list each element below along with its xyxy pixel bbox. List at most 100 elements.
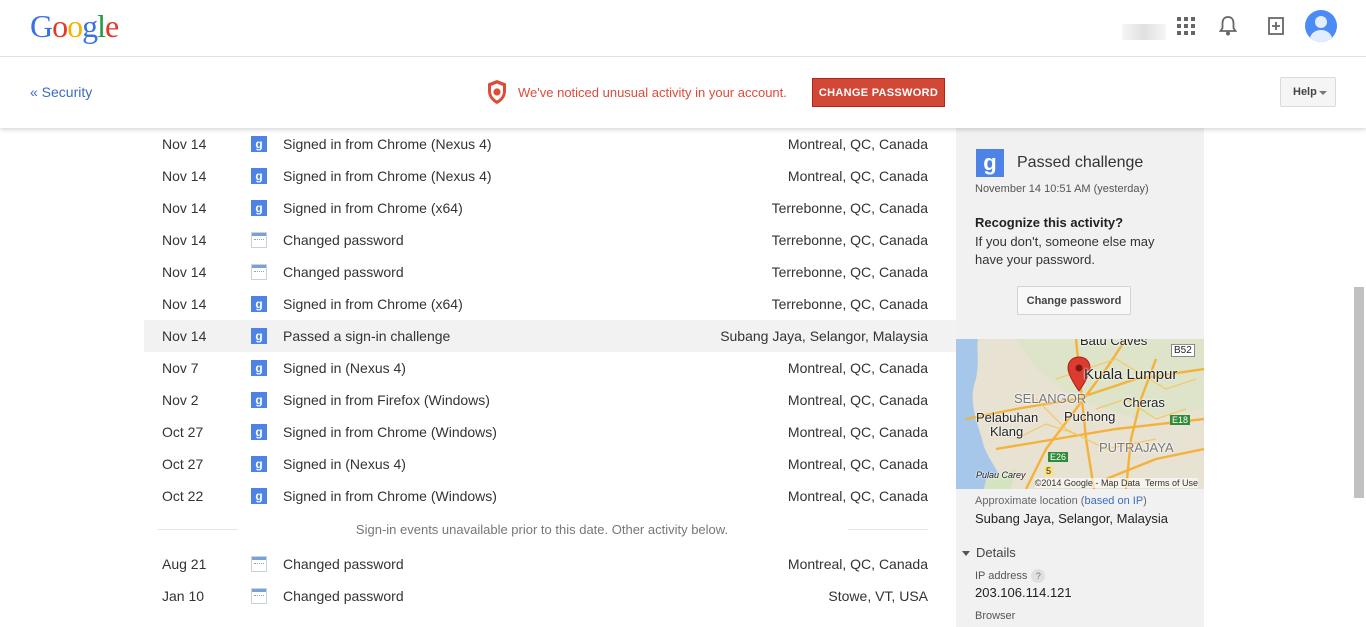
activity-date: Nov 14 (162, 296, 207, 312)
activity-location: Terrebonne, QC, Canada (771, 296, 928, 312)
approximate-location-label: Approximate location (based on IP) (975, 495, 1147, 507)
activity-location: Terrebonne, QC, Canada (771, 232, 928, 248)
activity-description: Signed in (Nexus 4) (283, 360, 406, 376)
panel-title: Passed challenge (1017, 154, 1144, 171)
activity-location: Montreal, QC, Canada (787, 488, 928, 504)
google-g-icon: g (251, 456, 267, 472)
activity-row[interactable]: Nov 14 Changed password Terrebonne, QC, … (144, 256, 956, 288)
password-field-icon (251, 232, 267, 248)
account-avatar[interactable] (1305, 10, 1337, 42)
activity-date: Oct 22 (162, 488, 204, 504)
activity-date: Nov 14 (162, 328, 207, 344)
activity-description: Signed in from Chrome (Nexus 4) (283, 168, 492, 184)
activity-description: Signed in from Chrome (x64) (283, 200, 463, 216)
activity-location: Terrebonne, QC, Canada (771, 264, 928, 280)
activity-date: Nov 14 (162, 136, 207, 152)
change-password-button[interactable]: CHANGE PASSWORD (812, 78, 945, 107)
activity-row[interactable]: Nov 14 g Passed a sign-in challenge Suba… (144, 320, 956, 352)
activity-detail-panel: g Passed challenge November 14 10:51 AM … (956, 128, 1204, 627)
activity-description: Changed password (283, 264, 404, 280)
activity-location: Montreal, QC, Canada (787, 556, 928, 572)
google-g-icon: g (251, 424, 267, 440)
activity-description: Signed in from Chrome (x64) (283, 296, 463, 312)
google-g-icon: g (251, 488, 267, 504)
activity-description: Changed password (283, 232, 404, 248)
activity-row[interactable]: Nov 14 g Signed in from Chrome (x64) Ter… (144, 192, 956, 224)
chevron-down-icon (1319, 91, 1327, 95)
user-name-redacted (1122, 24, 1166, 40)
google-g-icon: g (251, 296, 267, 312)
activity-row[interactable]: Oct 27 g Signed in (Nexus 4) Montreal, Q… (144, 448, 956, 480)
notifications-bell-icon[interactable] (1216, 14, 1240, 38)
help-label: Help (1293, 86, 1317, 98)
google-g-icon: g (251, 136, 267, 152)
activity-description: Signed in (Nexus 4) (283, 456, 406, 472)
recognize-text: If you don't, someone else may have your… (975, 234, 1155, 267)
help-dropdown[interactable]: Help (1280, 77, 1336, 107)
based-on-ip-link[interactable]: based on IP (1084, 495, 1143, 507)
activity-description: Signed in from Chrome (Nexus 4) (283, 136, 492, 152)
activity-date: Nov 2 (162, 392, 199, 408)
activity-row[interactable]: Nov 14 g Signed in from Chrome (x64) Ter… (144, 288, 956, 320)
password-field-icon (251, 588, 267, 604)
approximate-location-value: Subang Jaya, Selangor, Malaysia (975, 511, 1168, 526)
activity-location: Montreal, QC, Canada (787, 136, 928, 152)
recognize-heading: Recognize this activity? (975, 215, 1124, 230)
activity-location: Montreal, QC, Canada (787, 456, 928, 472)
activity-location: Stowe, VT, USA (828, 588, 928, 604)
activity-row[interactable]: Oct 27 g Signed in from Chrome (Windows)… (144, 416, 956, 448)
activity-row[interactable]: Jan 10 Changed password Stowe, VT, USA (144, 580, 956, 612)
activity-location: Terrebonne, QC, Canada (771, 200, 928, 216)
google-g-icon: g (251, 168, 267, 184)
activity-location: Subang Jaya, Selangor, Malaysia (720, 328, 928, 344)
activity-row[interactable]: Oct 22 g Signed in from Chrome (Windows)… (144, 480, 956, 512)
ip-address-value: 203.106.114.121 (975, 585, 1072, 600)
activity-description: Signed in from Firefox (Windows) (283, 392, 490, 408)
activity-description: Passed a sign-in challenge (283, 328, 451, 344)
details-toggle[interactable]: Details (962, 545, 1016, 560)
divider-message: Sign-in events unavailable prior to this… (355, 522, 729, 537)
google-g-icon: g (251, 360, 267, 376)
triangle-down-icon (962, 551, 970, 557)
unusual-activity-message: We've noticed unusual activity in your a… (518, 85, 787, 100)
activity-date: Oct 27 (162, 456, 204, 472)
panel-timestamp: November 14 10:51 AM (yesterday) (975, 183, 1149, 195)
activity-row[interactable]: Nov 14 Changed password Terrebonne, QC, … (144, 224, 956, 256)
activity-location: Montreal, QC, Canada (787, 168, 928, 184)
page-scrollbar[interactable] (1354, 287, 1364, 498)
activity-row[interactable]: Aug 21 Changed password Montreal, QC, Ca… (144, 548, 956, 580)
alert-bar: « Security We've noticed unusual activit… (0, 57, 1366, 128)
activity-description: Signed in from Chrome (Windows) (283, 424, 497, 440)
panel-change-password-button[interactable]: Change password (1017, 286, 1131, 315)
help-question-icon[interactable]: ? (1031, 569, 1046, 583)
activity-date: Nov 14 (162, 232, 207, 248)
shield-warning-icon (488, 80, 506, 104)
activity-date: Nov 14 (162, 200, 207, 216)
google-logo[interactable]: Google (30, 8, 119, 45)
activity-description: Signed in from Chrome (Windows) (283, 488, 497, 504)
google-g-icon: g (251, 392, 267, 408)
activity-row[interactable]: Nov 14 g Signed in from Chrome (Nexus 4)… (144, 160, 956, 192)
activity-row[interactable]: Nov 14 g Signed in from Chrome (Nexus 4)… (144, 128, 956, 160)
back-to-security-link[interactable]: « Security (30, 84, 92, 100)
activity-date: Aug 21 (162, 556, 207, 572)
location-map[interactable]: Batu Caves B52 Kuala Lumpur SELANGOR Pel… (956, 339, 1204, 489)
activity-date: Nov 7 (162, 360, 199, 376)
map-credit[interactable]: ©2014 Google - Map Data Terms of Use (1034, 478, 1198, 488)
activity-date: Oct 27 (162, 424, 204, 440)
google-g-icon: g (251, 200, 267, 216)
activity-row[interactable]: Nov 7 g Signed in (Nexus 4) Montreal, QC… (144, 352, 956, 384)
activity-description: Changed password (283, 588, 404, 604)
share-plus-icon[interactable] (1264, 14, 1288, 38)
apps-grid-icon[interactable] (1174, 14, 1198, 38)
google-g-icon: g (251, 328, 267, 344)
activity-row[interactable]: Nov 2 g Signed in from Firefox (Windows)… (144, 384, 956, 416)
password-field-icon (251, 556, 267, 572)
activity-date: Jan 10 (162, 588, 205, 604)
activity-date: Nov 14 (162, 264, 207, 280)
ip-address-label: IP address? (975, 569, 1046, 583)
activity-location: Montreal, QC, Canada (787, 360, 928, 376)
google-g-icon: g (976, 149, 1004, 177)
password-field-icon (251, 264, 267, 280)
history-divider: Sign-in events unavailable prior to this… (144, 512, 956, 548)
